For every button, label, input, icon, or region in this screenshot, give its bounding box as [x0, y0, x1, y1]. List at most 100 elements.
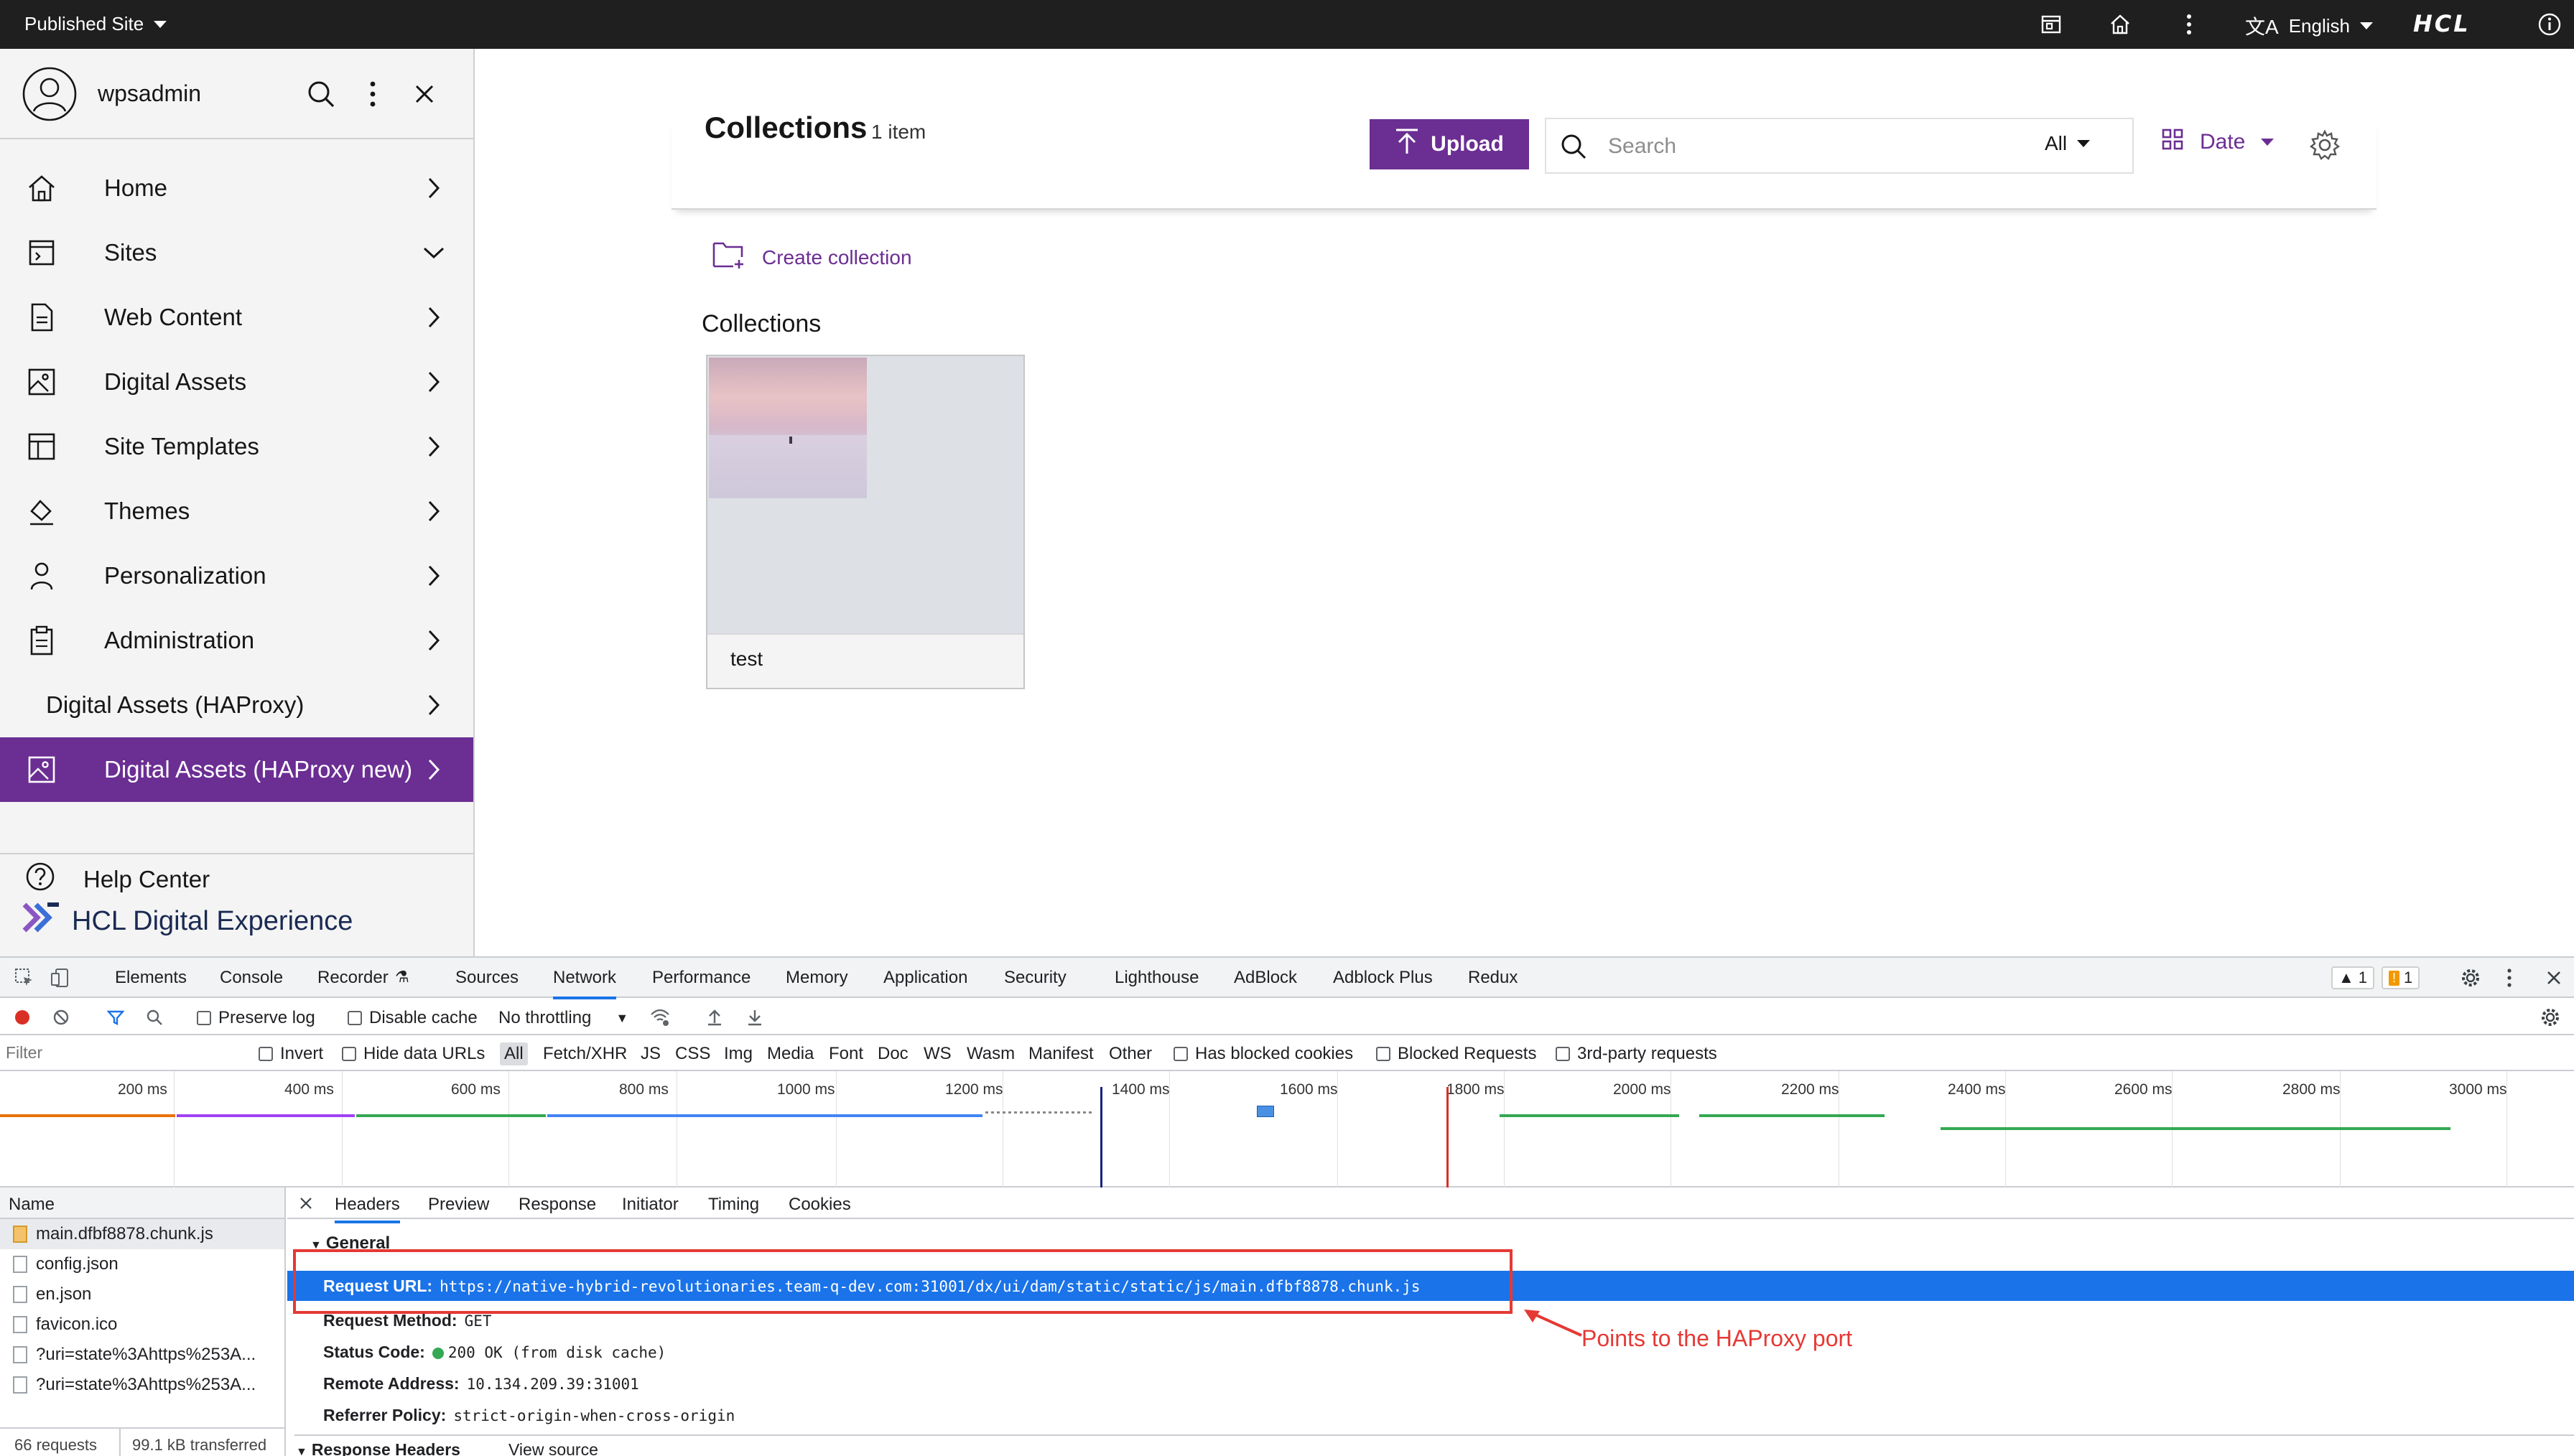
type-filter-font[interactable]: Font: [829, 1044, 863, 1064]
type-filter-wasm[interactable]: Wasm: [967, 1044, 1015, 1064]
sidebar-item-web-content[interactable]: Web Content: [0, 285, 473, 350]
hide-data-urls-checkbox[interactable]: Hide data URLs: [342, 1044, 485, 1064]
tab-response[interactable]: Response: [519, 1195, 596, 1215]
tab-application[interactable]: Application: [883, 968, 967, 988]
tab-sources[interactable]: Sources: [455, 968, 519, 988]
home-icon[interactable]: [2106, 10, 2134, 39]
checkbox[interactable]: [348, 1011, 362, 1025]
preserve-log-checkbox[interactable]: Preserve log: [197, 1008, 315, 1028]
third-party-checkbox[interactable]: 3rd-party requests: [1556, 1044, 1717, 1064]
blocked-requests-checkbox[interactable]: Blocked Requests: [1376, 1044, 1536, 1064]
type-filter-css[interactable]: CSS: [675, 1044, 710, 1064]
tab-initiator[interactable]: Initiator: [622, 1195, 679, 1215]
tab-performance[interactable]: Performance: [652, 968, 751, 988]
issues-badge[interactable]: ! 1: [2382, 966, 2420, 989]
device-toolbar-icon[interactable]: [49, 966, 72, 989]
sidebar-item-home[interactable]: Home: [0, 156, 473, 220]
tab-redux[interactable]: Redux: [1468, 968, 1518, 988]
sidebar-item-sites[interactable]: Sites: [0, 220, 473, 285]
create-collection-link[interactable]: Create collection: [712, 240, 912, 275]
blocked-cookies-checkbox[interactable]: Has blocked cookies: [1174, 1044, 1353, 1064]
name-column-header[interactable]: Name: [0, 1187, 284, 1219]
record-icon[interactable]: [13, 1008, 32, 1027]
type-filter-ws[interactable]: WS: [924, 1044, 952, 1064]
sidebar-item-personalization[interactable]: Personalization: [0, 543, 473, 608]
sidebar-item-digital-assets[interactable]: Digital Assets: [0, 350, 473, 414]
search-icon[interactable]: [302, 75, 340, 113]
type-filter-all[interactable]: All: [500, 1042, 528, 1065]
type-filter-img[interactable]: Img: [724, 1044, 753, 1064]
import-har-icon[interactable]: [705, 1008, 724, 1027]
type-filter-fetch-xhr[interactable]: Fetch/XHR: [543, 1044, 627, 1064]
warning-badge[interactable]: ▲ 1: [2331, 966, 2375, 989]
tab-network[interactable]: Network: [553, 968, 617, 999]
search-input[interactable]: [1608, 129, 2010, 164]
tab-lighthouse[interactable]: Lighthouse: [1115, 968, 1199, 988]
response-headers-toggle[interactable]: ▼ Response Headers: [296, 1440, 460, 1456]
sidebar-item-administration[interactable]: Administration: [0, 608, 473, 673]
sidebar-item-digital-assets-haproxy-new[interactable]: Digital Assets (HAProxy new): [0, 737, 473, 802]
type-filter-js[interactable]: JS: [641, 1044, 661, 1064]
inspect-element-icon[interactable]: [13, 966, 36, 989]
invert-checkbox[interactable]: Invert: [259, 1044, 323, 1064]
checkbox[interactable]: [1556, 1047, 1570, 1061]
tab-elements[interactable]: Elements: [115, 968, 187, 988]
tab-headers[interactable]: Headers: [335, 1195, 400, 1223]
filter-icon[interactable]: [106, 1008, 125, 1027]
tab-memory[interactable]: Memory: [786, 968, 848, 988]
tab-cookies[interactable]: Cookies: [789, 1195, 851, 1215]
network-conditions-icon[interactable]: [649, 1008, 671, 1027]
type-filter-manifest[interactable]: Manifest: [1028, 1044, 1094, 1064]
sort-dropdown[interactable]: Date: [2161, 128, 2275, 157]
sidebar-item-site-templates[interactable]: Site Templates: [0, 414, 473, 479]
devtools-settings-icon[interactable]: [2458, 965, 2484, 991]
checkbox[interactable]: [259, 1047, 273, 1061]
kebab-icon[interactable]: [2496, 965, 2522, 991]
tab-timing[interactable]: Timing: [708, 1195, 759, 1215]
tab-console[interactable]: Console: [220, 968, 283, 988]
settings-gear-icon[interactable]: [2309, 129, 2341, 164]
close-icon[interactable]: [2541, 965, 2567, 991]
search-filter-dropdown[interactable]: All: [2045, 132, 2091, 155]
sidebar-item-digital-assets-haproxy[interactable]: Digital Assets (HAProxy): [0, 673, 473, 737]
export-har-icon[interactable]: [745, 1008, 764, 1027]
type-filter-doc[interactable]: Doc: [878, 1044, 909, 1064]
page-icon[interactable]: [2037, 10, 2066, 39]
checkbox[interactable]: [1174, 1047, 1188, 1061]
request-row[interactable]: favicon.ico: [0, 1310, 284, 1340]
info-icon[interactable]: [2535, 10, 2564, 39]
request-row[interactable]: ?uri=state%3Ahttps%253A...: [0, 1340, 284, 1370]
view-source-link[interactable]: View source: [508, 1440, 598, 1456]
request-row[interactable]: ?uri=state%3Ahttps%253A...: [0, 1370, 284, 1400]
tab-security[interactable]: Security: [1004, 968, 1067, 988]
request-row[interactable]: config.json: [0, 1249, 284, 1279]
kebab-icon[interactable]: [2175, 10, 2203, 39]
request-row[interactable]: en.json: [0, 1279, 284, 1310]
filter-input[interactable]: [6, 1041, 236, 1064]
network-settings-icon[interactable]: [2540, 1007, 2561, 1028]
checkbox[interactable]: [342, 1047, 356, 1061]
close-icon[interactable]: [405, 75, 444, 113]
type-filter-other[interactable]: Other: [1109, 1044, 1152, 1064]
close-icon[interactable]: [297, 1195, 315, 1212]
checkbox[interactable]: [197, 1011, 211, 1025]
sidebar-item-themes[interactable]: Themes: [0, 479, 473, 543]
tab-adblock-plus[interactable]: Adblock Plus: [1333, 968, 1433, 988]
throttling-select[interactable]: No throttling ▼: [498, 1008, 628, 1028]
checkbox[interactable]: [1376, 1047, 1390, 1061]
avatar-icon[interactable]: [22, 66, 78, 122]
kebab-icon[interactable]: [353, 75, 392, 113]
collection-card[interactable]: test: [706, 355, 1025, 689]
tab-preview[interactable]: Preview: [428, 1195, 489, 1215]
disable-cache-checkbox[interactable]: Disable cache: [348, 1008, 478, 1028]
upload-button[interactable]: Upload: [1370, 119, 1529, 169]
clear-icon[interactable]: [52, 1008, 70, 1027]
language-selector[interactable]: 文A English: [2245, 11, 2373, 40]
search-icon[interactable]: [145, 1008, 164, 1027]
tab-adblock[interactable]: AdBlock: [1234, 968, 1297, 988]
tab-recorder[interactable]: Recorder: [317, 968, 389, 988]
network-timeline[interactable]: 200 ms 400 ms 600 ms 800 ms 1000 ms 1200…: [0, 1071, 2574, 1187]
site-selector[interactable]: Published Site: [24, 13, 167, 35]
request-row[interactable]: main.dfbf8878.chunk.js: [0, 1219, 284, 1249]
type-filter-media[interactable]: Media: [767, 1044, 814, 1064]
